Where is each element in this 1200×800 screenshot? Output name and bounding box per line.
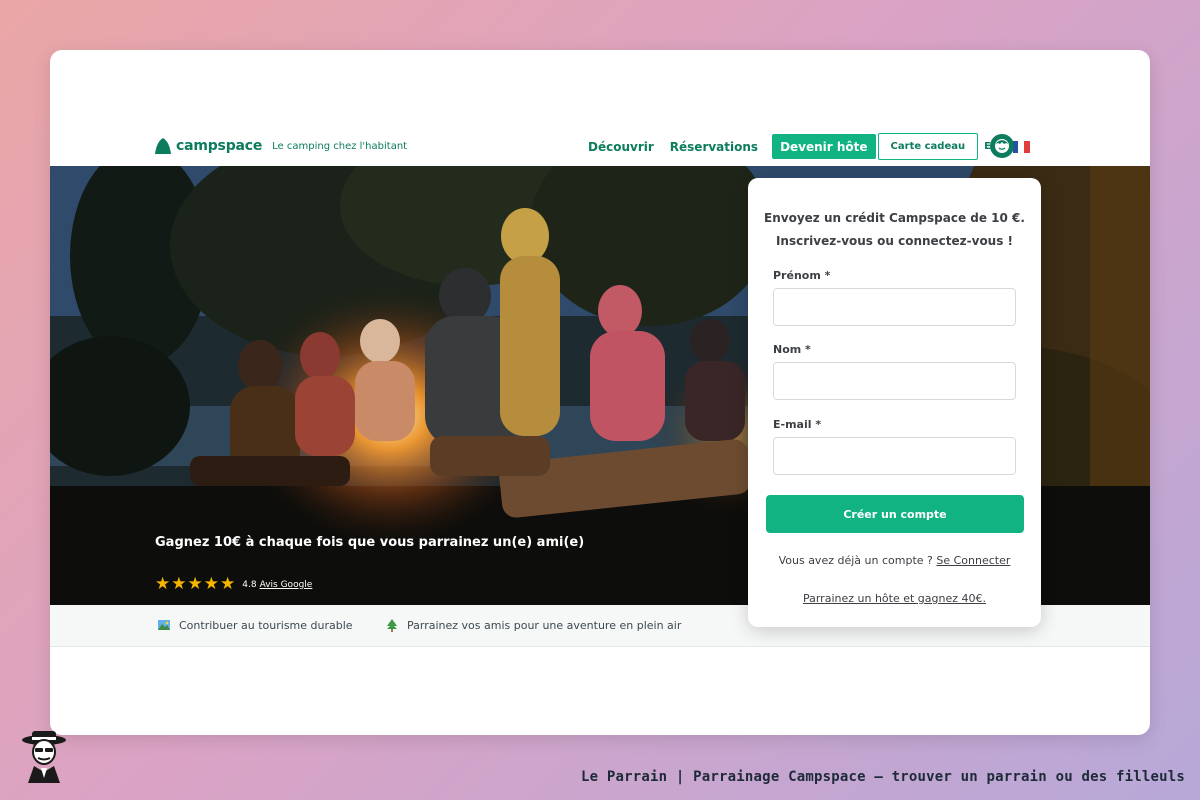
feature-referral: Parrainez vos amis pour une aventure en …	[385, 618, 681, 632]
brand-tagline: Le camping chez l'habitant	[272, 140, 408, 152]
gift-card-button[interactable]: Carte cadeau	[877, 133, 979, 160]
google-reviews-link[interactable]: Avis Google	[260, 580, 313, 590]
last-name-field[interactable]	[773, 362, 1016, 400]
last-name-label: Nom *	[773, 343, 811, 356]
hero-title: Gagnez 10€ à chaque fois que vous parrai…	[155, 535, 585, 550]
france-flag-icon[interactable]	[1012, 140, 1030, 153]
main-nav: Découvrir Réservations Devenir hôte Cart…	[588, 133, 1030, 160]
avatar-face-icon	[995, 139, 1009, 153]
form-heading-line1: Envoyez un crédit Campspace de 10 €.	[764, 211, 1025, 225]
star-icon: ★	[171, 574, 187, 594]
brand-name: campspace	[176, 138, 263, 154]
le-parrain-mascot-icon	[22, 731, 66, 783]
feature-sustainable-text: Contribuer au tourisme durable	[179, 618, 353, 632]
become-host-button[interactable]: Devenir hôte	[772, 134, 876, 159]
footer-caption: Le Parrain | Parrainage Campspace — trou…	[580, 769, 1185, 785]
site-header: campspace Le camping chez l'habitant Déc…	[50, 130, 1150, 165]
campspace-tent-icon	[155, 138, 171, 154]
tree-icon	[387, 619, 397, 632]
campspace-logo[interactable]: campspace Le camping chez l'habitant	[154, 137, 407, 155]
nav-discover[interactable]: Découvrir	[588, 140, 654, 154]
feature-sustainable: Contribuer au tourisme durable	[157, 618, 353, 632]
host-referral-link[interactable]: Parrainez un hôte et gagnez 40€.	[748, 592, 1041, 605]
login-prompt-text: Vous avez déjà un compte ?	[778, 554, 933, 567]
create-account-button[interactable]: Créer un compte	[766, 495, 1024, 533]
login-prompt: Vous avez déjà un compte ? Se Connecter	[748, 554, 1041, 567]
user-avatar-icon[interactable]	[990, 134, 1014, 158]
star-icon: ★	[187, 574, 203, 594]
first-name-field[interactable]	[773, 288, 1016, 326]
first-name-label: Prénom *	[773, 269, 831, 282]
star-icon: ★	[155, 574, 171, 594]
email-field[interactable]	[773, 437, 1016, 475]
email-label: E-mail *	[773, 418, 822, 431]
landscape-icon	[158, 620, 170, 630]
google-rating: ★ ★ ★ ★ ★ 4.8 Avis Google	[155, 576, 312, 593]
rating-value: 4.8	[242, 579, 257, 590]
feature-referral-text: Parrainez vos amis pour une aventure en …	[407, 618, 682, 632]
star-icon: ★	[203, 574, 219, 594]
signup-form-panel: Envoyez un crédit Campspace de 10 €. Ins…	[748, 178, 1041, 627]
nav-reservations[interactable]: Réservations	[670, 140, 758, 154]
star-icon: ★	[220, 574, 236, 594]
form-heading-line2: Inscrivez-vous ou connectez-vous !	[775, 234, 1014, 248]
login-link[interactable]: Se Connecter	[936, 554, 1010, 567]
rating-stars: ★ ★ ★ ★ ★	[155, 576, 236, 593]
page-card: campspace Le camping chez l'habitant Déc…	[50, 50, 1150, 735]
